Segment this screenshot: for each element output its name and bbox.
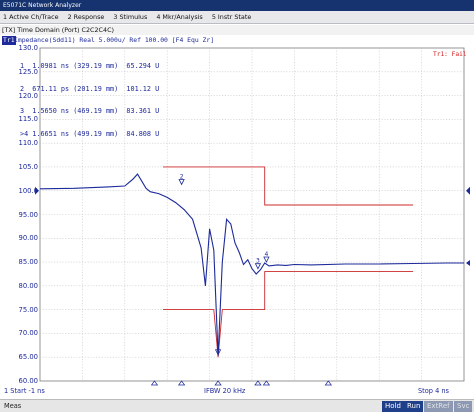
- trace-end-icon: [466, 260, 470, 267]
- limit-test-status: Tr1: Fail: [433, 51, 467, 58]
- y-tick-label: 95.00: [18, 210, 38, 219]
- marker-label: 1: [216, 344, 220, 351]
- bottom-marker-icon: [177, 380, 186, 386]
- ifbw-value[interactable]: IFBW 20 kHz: [204, 386, 245, 396]
- run-button[interactable]: Run: [404, 401, 424, 412]
- start-value[interactable]: 1 Start -1 ns: [4, 386, 45, 396]
- ref-level-right-icon: [466, 186, 470, 195]
- marker-row: 1 1.0981 ns (329.19 mm) 65.294 U: [20, 62, 160, 70]
- marker-row: 2 671.11 ps (201.19 mm) 101.12 U: [20, 84, 160, 93]
- y-tick-label: 85.00: [18, 258, 38, 267]
- y-tick-label: 70.00: [18, 329, 38, 338]
- marker-row: >4 1.6651 ns (499.19 mm) 84.808 U: [20, 129, 160, 138]
- bottom-marker-icon: [324, 380, 333, 386]
- y-tick-label: 90.00: [18, 234, 38, 243]
- hold-button[interactable]: Hold: [382, 401, 404, 412]
- marker-label: 2: [180, 173, 184, 180]
- y-tick-label: 60.00: [18, 377, 38, 385]
- marker-row: 3 1.5650 ns (469.19 mm) 83.361 U: [20, 107, 160, 115]
- sweep-footer: 1 Start -1 ns IFBW 20 kHz Stop 4 ns: [0, 386, 474, 396]
- marker-label: 4: [265, 251, 269, 258]
- status-bar: Meas Hold Run ExtRef Svc: [0, 399, 474, 412]
- y-tick-label: 80.00: [18, 281, 38, 290]
- extref-indicator: ExtRef: [424, 401, 453, 412]
- meas-status: Meas: [4, 402, 22, 410]
- bottom-marker-icon: [150, 380, 159, 386]
- y-tick-label: 105.0: [18, 162, 38, 171]
- y-tick-label: 65.00: [18, 353, 38, 362]
- marker-label: 3: [256, 258, 260, 265]
- y-tick-label: 75.00: [18, 305, 38, 314]
- bottom-marker-icon: [214, 380, 222, 386]
- bottom-marker-icon: [262, 380, 271, 386]
- svc-indicator: Svc: [454, 401, 473, 412]
- y-tick-label: 100.0: [18, 186, 38, 195]
- stop-value[interactable]: Stop 4 ns: [418, 386, 449, 396]
- marker-table: 1 1.0981 ns (329.19 mm) 65.294 U 2 671.1…: [20, 48, 159, 146]
- bottom-marker-icon: [254, 380, 262, 386]
